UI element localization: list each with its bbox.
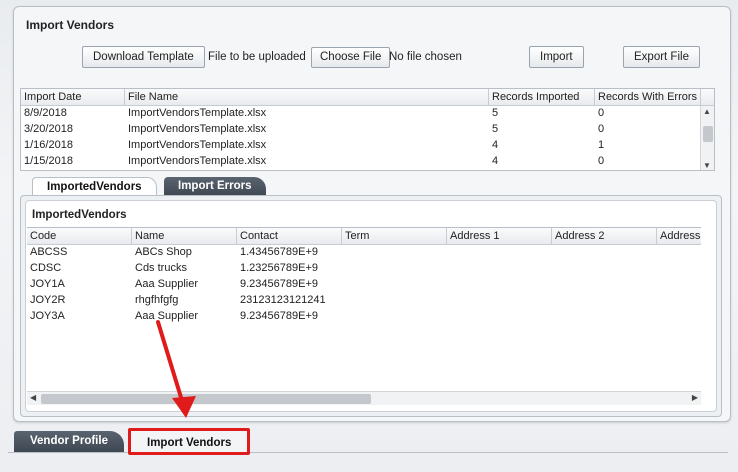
no-file-chosen-text: No file chosen: [389, 51, 462, 63]
cell-code: JOY2R: [30, 294, 66, 306]
cell-records-with-errors: 0: [598, 123, 605, 135]
imported-vendors-table: Code Name Contact Term Address 1 Address…: [27, 227, 701, 405]
cell-contact: 1.23256789E+9: [240, 262, 318, 274]
scroll-up-icon[interactable]: ▲: [703, 107, 711, 116]
column-header-code[interactable]: Code: [27, 228, 132, 245]
cell-records-with-errors: 0: [598, 155, 605, 167]
cell-name: Aaa Supplier: [135, 310, 198, 322]
cell-name: rhgfhfgfg: [135, 294, 179, 306]
column-header-term[interactable]: Term: [342, 228, 447, 245]
cell-import-date: 8/9/2018: [24, 107, 67, 119]
imports-table-vertical-scrollbar[interactable]: ▲ ▼: [700, 106, 714, 170]
cell-records-imported: 5: [492, 107, 499, 119]
bottom-tab-bar-line: [8, 452, 728, 453]
cell-records-with-errors: 1: [598, 139, 605, 151]
cell-name: Aaa Supplier: [135, 278, 198, 290]
cell-name: ABCs Shop: [135, 246, 192, 258]
file-upload-label: File to be uploaded: [208, 51, 306, 63]
column-header-address-3[interactable]: Address3: [657, 228, 701, 245]
imported-vendors-title: ImportedVendors: [32, 209, 127, 221]
tab-import-errors[interactable]: Import Errors: [164, 177, 266, 196]
cell-records-imported: 4: [492, 155, 499, 167]
vendors-table-horizontal-scrollbar[interactable]: ◀ ▶: [27, 391, 701, 405]
scrollbar-thumb[interactable]: [41, 394, 371, 404]
scroll-left-icon[interactable]: ◀: [30, 393, 36, 402]
import-button[interactable]: Import: [529, 46, 584, 68]
cell-code: ABCSS: [30, 246, 68, 258]
column-header-address-2[interactable]: Address 2: [552, 228, 657, 245]
download-template-button[interactable]: Download Template: [82, 46, 205, 68]
imports-history-table: Import Date File Name Records Imported R…: [20, 88, 715, 171]
column-header-contact[interactable]: Contact: [237, 228, 342, 245]
cell-records-imported: 4: [492, 139, 499, 151]
scrollbar-thumb[interactable]: [703, 126, 713, 142]
column-header-address-1[interactable]: Address 1: [447, 228, 552, 245]
cell-file-name: ImportVendorsTemplate.xlsx: [128, 107, 267, 119]
scroll-right-icon[interactable]: ▶: [692, 393, 698, 402]
panel-title: Import Vendors: [26, 18, 115, 32]
cell-code: JOY1A: [30, 278, 65, 290]
cell-code: JOY3A: [30, 310, 65, 322]
imported-vendors-box: ImportedVendors Code Name Contact Term A…: [25, 200, 717, 412]
choose-file-button[interactable]: Choose File: [311, 47, 391, 68]
cell-import-date: 1/15/2018: [24, 155, 73, 167]
cell-file-name: ImportVendorsTemplate.xlsx: [128, 123, 267, 135]
cell-import-date: 1/16/2018: [24, 139, 73, 151]
cell-import-date: 3/20/2018: [24, 123, 73, 135]
scroll-down-icon[interactable]: ▼: [703, 161, 711, 170]
cell-records-imported: 5: [492, 123, 499, 135]
import-vendors-panel: Import Vendors Download Template File to…: [13, 6, 731, 422]
column-header-file-name[interactable]: File Name: [125, 89, 489, 106]
tab-import-vendors[interactable]: Import Vendors: [128, 428, 251, 455]
header-spacer: [701, 89, 714, 106]
cell-records-with-errors: 0: [598, 107, 605, 119]
tab-content-area: ImportedVendors Code Name Contact Term A…: [20, 195, 722, 417]
cell-file-name: ImportVendorsTemplate.xlsx: [128, 155, 267, 167]
column-header-name[interactable]: Name: [132, 228, 237, 245]
tab-vendor-profile[interactable]: Vendor Profile: [14, 431, 124, 452]
cell-file-name: ImportVendorsTemplate.xlsx: [128, 139, 267, 151]
column-header-import-date[interactable]: Import Date: [21, 89, 125, 106]
export-file-button[interactable]: Export File: [623, 46, 700, 68]
cell-name: Cds trucks: [135, 262, 187, 274]
cell-code: CDSC: [30, 262, 62, 274]
cell-contact: 9.23456789E+9: [240, 278, 318, 290]
column-header-records-with-errors[interactable]: Records With Errors: [595, 89, 701, 106]
cell-contact: 1.43456789E+9: [240, 246, 318, 258]
cell-contact: 23123123121241: [240, 294, 326, 306]
cell-contact: 9.23456789E+9: [240, 310, 318, 322]
column-header-records-imported[interactable]: Records Imported: [489, 89, 595, 106]
tab-imported-vendors[interactable]: ImportedVendors: [32, 177, 157, 196]
